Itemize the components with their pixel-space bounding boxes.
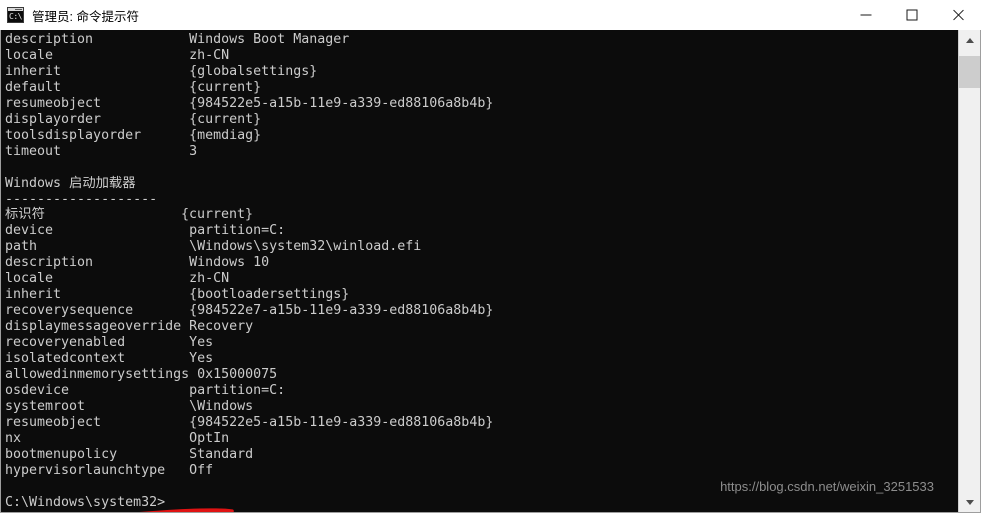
window-titlebar[interactable]: C:\ 管理员: 命令提示符	[0, 0, 981, 30]
scrollbar-thumb[interactable]	[959, 56, 980, 88]
close-icon	[952, 9, 965, 22]
cmd-icon: C:\	[7, 7, 24, 23]
cmd-icon-bar	[8, 8, 23, 11]
maximize-button[interactable]	[889, 0, 935, 30]
vertical-scrollbar[interactable]	[958, 30, 980, 512]
command-prompt-window: C:\ 管理员: 命令提示符 description Windows Boot …	[0, 0, 981, 513]
cmd-icon-glyph: C:\	[9, 12, 22, 21]
console-client-area: description Windows Boot Manager locale …	[0, 30, 981, 513]
chevron-up-icon	[965, 37, 974, 43]
window-title: 管理员: 命令提示符	[32, 9, 139, 24]
maximize-icon	[906, 9, 918, 21]
window-controls	[843, 0, 981, 30]
chevron-down-icon	[965, 499, 974, 505]
minimize-button[interactable]	[843, 0, 889, 30]
close-button[interactable]	[935, 0, 981, 30]
console-output-text: description Windows Boot Manager locale …	[5, 32, 494, 510]
console-output-surface[interactable]: description Windows Boot Manager locale …	[2, 30, 958, 512]
minimize-icon	[860, 14, 872, 16]
scroll-down-button[interactable]	[959, 492, 980, 512]
scroll-up-button[interactable]	[959, 30, 980, 50]
watermark-url: https://blog.csdn.net/weixin_3251533	[720, 479, 934, 494]
titlebar-identity: C:\ 管理员: 命令提示符	[7, 0, 139, 30]
